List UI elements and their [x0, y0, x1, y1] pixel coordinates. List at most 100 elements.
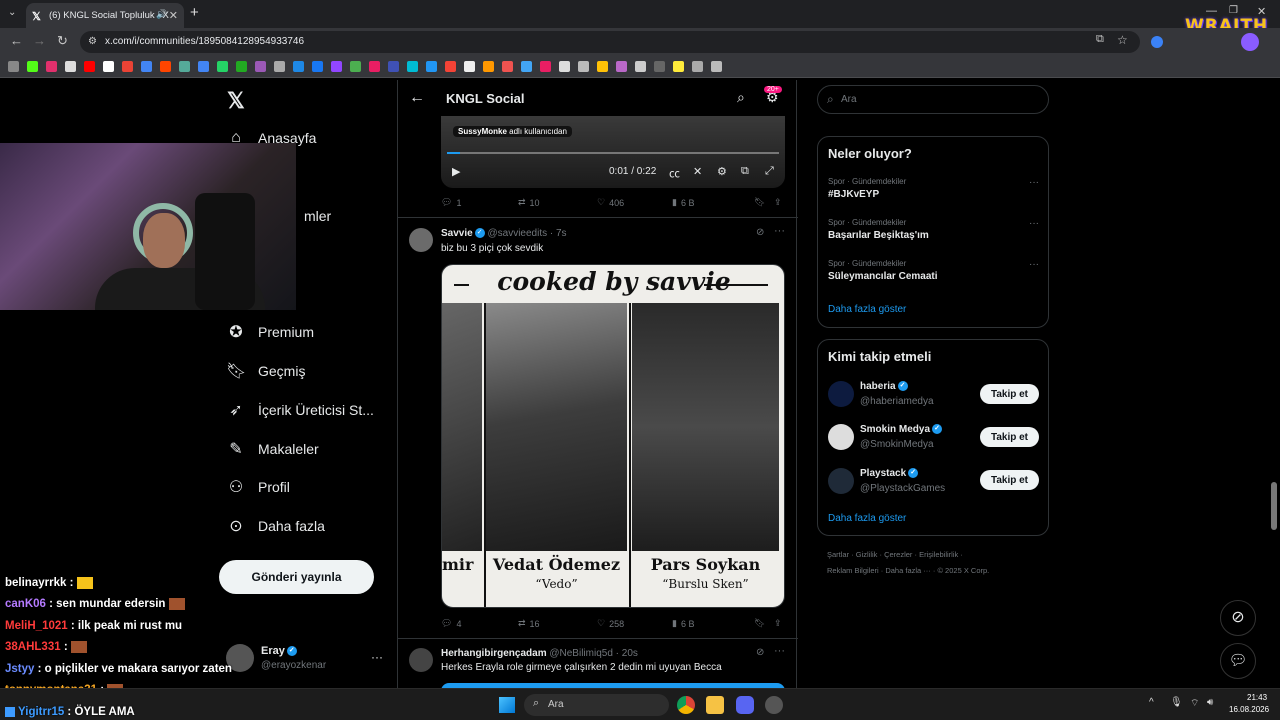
follow-button[interactable]: Takip et: [980, 470, 1039, 490]
back-icon[interactable]: ←: [10, 33, 23, 48]
account-switcher[interactable]: Eray ✓ @erayozkenar ···: [226, 640, 386, 678]
share-icon[interactable]: ⇪: [774, 618, 782, 629]
bookmark-star-icon[interactable]: ☆: [1117, 33, 1128, 47]
bookmark-reddit-icon[interactable]: [160, 61, 171, 72]
bookmark-icon[interactable]: [635, 61, 646, 72]
trend-item[interactable]: Spor · Gündemdekiler Başarılar Beşiktaş'…: [828, 218, 1043, 241]
reply-button[interactable]: 💬︎ 1: [441, 197, 461, 208]
nav-bookmarks[interactable]: 🔖︎ Geçmiş: [226, 356, 305, 386]
tab-audio-icon[interactable]: 🔊: [156, 9, 167, 20]
trends-show-more[interactable]: Daha fazla göster: [828, 304, 906, 315]
restore-icon[interactable]: ❐: [1229, 5, 1238, 16]
bookmark-icon[interactable]: [350, 61, 361, 72]
bookmark-icon[interactable]: [502, 61, 513, 72]
post-image[interactable]: cooked by savvie mir Vedat Ödemez “Vedo”…: [441, 264, 785, 608]
url-field[interactable]: ⚙ x.com/i/communities/189508412895493374…: [80, 31, 1140, 53]
bookmark-icon[interactable]: [540, 61, 551, 72]
bookmark-facebook-icon[interactable]: [312, 61, 323, 72]
clock-time[interactable]: 21:43: [1247, 693, 1267, 702]
nav-profile[interactable]: ⚇ Profil: [226, 472, 290, 502]
site-info-icon[interactable]: ⚙: [88, 31, 97, 53]
mute-icon[interactable]: ✕: [693, 165, 702, 178]
reply-button[interactable]: 💬︎ 4: [441, 618, 461, 629]
bookmark-icon[interactable]: [388, 61, 399, 72]
bookmark-icon[interactable]: [274, 61, 285, 72]
taskbar-search[interactable]: ⌕ Ara: [524, 694, 669, 716]
bookmark-icon[interactable]: [236, 61, 247, 72]
tab-close-icon[interactable]: ✕: [169, 9, 178, 22]
bookmark-google-icon[interactable]: [103, 61, 114, 72]
post-more-icon[interactable]: ···: [774, 225, 785, 237]
post-more-icon[interactable]: ···: [774, 645, 785, 657]
post-author[interactable]: Savvie: [441, 228, 473, 239]
bookmark-kick-icon[interactable]: [27, 61, 38, 72]
like-button[interactable]: ♡ 258: [597, 618, 624, 629]
bookmark-whatsapp-icon[interactable]: [217, 61, 228, 72]
video-player[interactable]: SussyMonke adlı kullanıcıdan ▶ 0:01 / 0:…: [441, 116, 785, 188]
avatar[interactable]: [409, 228, 433, 252]
pip-icon[interactable]: ⧉: [741, 165, 749, 178]
fullscreen-icon[interactable]: ⤢: [765, 165, 774, 178]
bookmark-icon[interactable]: [673, 61, 684, 72]
wifi-icon[interactable]: ⌔: [1190, 697, 1199, 710]
bookmark-post-icon[interactable]: 🔖︎: [754, 618, 765, 629]
post-author[interactable]: Herhangibirgençadam: [441, 648, 547, 659]
bookmark-icon[interactable]: [578, 61, 589, 72]
bookmark-icon[interactable]: [255, 61, 266, 72]
play-icon[interactable]: ▶: [452, 165, 460, 178]
post-handle[interactable]: @NeBilimiq5d · 20s: [549, 648, 638, 659]
bookmark-icon[interactable]: [616, 61, 627, 72]
grok-float-button[interactable]: ⊘: [1220, 600, 1256, 636]
app-icon[interactable]: [765, 696, 783, 714]
trend-more-icon[interactable]: ···: [1029, 177, 1039, 188]
bookmark-icon[interactable]: [483, 61, 494, 72]
views-button[interactable]: ▮ 6 B: [672, 618, 694, 629]
bookmark-icon[interactable]: [293, 61, 304, 72]
bookmark-icon[interactable]: [141, 61, 152, 72]
messages-float-button[interactable]: 💬︎: [1220, 643, 1256, 679]
volume-icon[interactable]: 🔊︎: [1207, 697, 1213, 708]
x-logo-icon[interactable]: 𝕏: [227, 88, 245, 114]
avatar[interactable]: [409, 648, 433, 672]
captions-icon[interactable]: ㏄: [669, 165, 680, 181]
apps-grid-icon[interactable]: [8, 61, 19, 72]
views-button[interactable]: ▮ 6 B: [672, 197, 694, 208]
reload-icon[interactable]: ↻: [57, 33, 68, 49]
search-icon[interactable]: ⌕: [737, 89, 745, 106]
bookmark-youtube-icon[interactable]: [84, 61, 95, 72]
browser-tab[interactable]: 𝕏 (6) KNGL Social Topluluk / X 🔊 ✕: [26, 3, 184, 28]
bookmark-icon[interactable]: [426, 61, 437, 72]
search-input[interactable]: ⌕ Ara: [817, 85, 1049, 114]
trend-more-icon[interactable]: ···: [1029, 259, 1039, 270]
bookmark-icon[interactable]: [407, 61, 418, 72]
bookmark-icon[interactable]: [654, 61, 665, 72]
trend-item[interactable]: Spor · Gündemdekiler #BJKvEYP ···: [828, 177, 1043, 200]
video-settings-icon[interactable]: ⚙: [717, 165, 727, 178]
grok-icon[interactable]: ⊘: [756, 227, 764, 238]
scrollbar[interactable]: [1271, 482, 1277, 530]
bookmark-icon[interactable]: [445, 61, 456, 72]
repost-button[interactable]: ⇄ 16: [518, 618, 540, 629]
bookmark-gmail-icon[interactable]: [122, 61, 133, 72]
bookmark-icon[interactable]: [179, 61, 190, 72]
new-tab-button[interactable]: +: [190, 4, 199, 21]
start-icon[interactable]: [499, 697, 515, 713]
extension-icon[interactable]: [1151, 36, 1163, 48]
discord-icon[interactable]: [736, 696, 754, 714]
tray-chevron-icon[interactable]: ^: [1149, 697, 1154, 708]
share-icon[interactable]: ⇪: [774, 197, 782, 208]
nav-articles[interactable]: ✎ Makaleler: [226, 434, 318, 464]
post-button[interactable]: Gönderi yayınla: [219, 560, 374, 594]
nav-partial-label[interactable]: mler: [304, 201, 331, 231]
bookmark-icon[interactable]: [692, 61, 703, 72]
nav-premium[interactable]: ✪ Premium: [226, 317, 314, 347]
follow-button[interactable]: Takip et: [980, 384, 1039, 404]
bookmark-twitch-icon[interactable]: [331, 61, 342, 72]
footer-links[interactable]: Şartlar · Gizlilik · Çerezler · Erişileb…: [827, 550, 963, 559]
trend-item[interactable]: Spor · Gündemdekiler Süleymancılar Cemaa…: [828, 259, 1043, 282]
tab-list-chevron-icon[interactable]: ⌄: [8, 7, 16, 18]
footer-links[interactable]: Reklam Bilgileri · Daha fazla ··· · © 20…: [827, 566, 989, 575]
who-to-follow-show-more[interactable]: Daha fazla göster: [828, 513, 906, 524]
nav-more[interactable]: ⊙ Daha fazla: [226, 511, 325, 541]
repost-button[interactable]: ⇄ 10: [518, 197, 540, 208]
